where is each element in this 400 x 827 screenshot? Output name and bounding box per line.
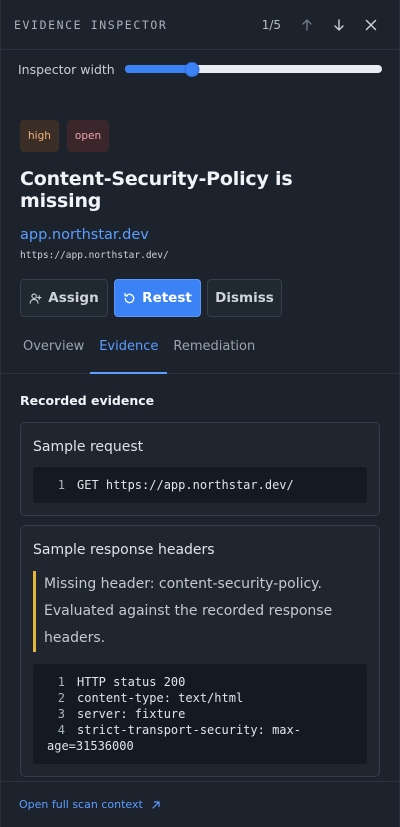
- severity-badge: high: [20, 120, 59, 152]
- code-text: content-type: text/html: [77, 691, 244, 705]
- external-arrow-icon: [152, 800, 160, 809]
- evidence-section-title: Recorded evidence: [20, 393, 155, 408]
- refresh-icon: [124, 292, 135, 303]
- assign-button[interactable]: Assign: [20, 279, 108, 317]
- code-line: 4 strict-transport-security: max-: [47, 722, 353, 738]
- dismiss-label: Dismiss: [215, 290, 274, 306]
- slider-fill: [125, 65, 192, 73]
- tab-remediation[interactable]: Remediation: [170, 337, 258, 374]
- code-line: 2 content-type: text/html: [47, 690, 353, 706]
- line-number: 4: [57, 723, 65, 737]
- line-number: 1: [57, 478, 65, 492]
- finding-content: high open Content-Security-Policy is mis…: [1, 120, 399, 777]
- code-line: 1 GET https://app.northstar.dev/: [47, 477, 353, 493]
- inspector-width-label: Inspector width: [18, 61, 115, 77]
- code-line-continuation: age=31536000: [47, 739, 134, 753]
- badge-row: high open: [20, 120, 380, 152]
- arrow-up-icon: [302, 18, 312, 31]
- panel-header: EVIDENCE INSPECTOR 1/5: [1, 0, 399, 50]
- close-button[interactable]: [355, 9, 387, 41]
- open-scan-context-link[interactable]: Open full scan context: [19, 798, 161, 811]
- tab-bar: Overview Evidence Remediation: [1, 337, 399, 374]
- request-code-block: 1 GET https://app.northstar.dev/: [33, 467, 367, 503]
- open-scan-context-label: Open full scan context: [19, 798, 143, 811]
- finding-title: Content-Security-Policy is missing: [20, 168, 293, 212]
- code-text: server: fixture: [77, 707, 186, 721]
- line-number: 2: [57, 691, 65, 705]
- response-code-block: 1 HTTP status 200 2 content-type: text/h…: [33, 664, 367, 764]
- finding-url: https://app.northstar.dev/: [20, 250, 169, 261]
- missing-header-note: Missing header: content-security-policy.…: [33, 571, 367, 652]
- slider-thumb[interactable]: [184, 61, 200, 77]
- host-link[interactable]: app.northstar.dev: [20, 227, 380, 243]
- code-line: 3 server: fixture: [47, 706, 353, 722]
- tab-overview[interactable]: Overview: [20, 337, 87, 374]
- code-text: GET https://app.northstar.dev/: [77, 478, 294, 492]
- panel-footer: Open full scan context: [1, 781, 399, 827]
- close-icon: [365, 19, 377, 30]
- action-bar: Assign Retest Dismiss: [20, 279, 380, 317]
- tab-evidence[interactable]: Evidence: [90, 337, 168, 374]
- evidence-inspector-panel: EVIDENCE INSPECTOR 1/5 Inspector width h…: [0, 0, 400, 827]
- next-finding-button[interactable]: [323, 9, 355, 41]
- pager-count: 1/5: [261, 17, 281, 32]
- inspector-width-slider[interactable]: [125, 61, 382, 77]
- line-number: 1: [57, 675, 65, 689]
- inspector-width-control: Inspector width: [1, 50, 399, 88]
- sample-response-card: Sample response headers Missing header: …: [20, 525, 380, 777]
- user-plus-icon: [29, 292, 42, 304]
- sample-request-card: Sample request 1 GET https://app.northst…: [20, 422, 380, 516]
- retest-label: Retest: [142, 290, 192, 306]
- line-number: 3: [57, 707, 65, 721]
- dismiss-button[interactable]: Dismiss: [207, 279, 282, 317]
- assign-label: Assign: [48, 290, 99, 306]
- code-text: strict-transport-security: max-: [77, 723, 301, 737]
- code-text: HTTP status 200: [77, 675, 186, 689]
- sample-request-title: Sample request: [33, 439, 144, 455]
- status-badge: open: [66, 120, 110, 152]
- arrow-down-icon: [334, 18, 344, 31]
- previous-finding-button[interactable]: [291, 9, 323, 41]
- panel-title: EVIDENCE INSPECTOR: [14, 17, 168, 32]
- code-line: 1 HTTP status 200: [47, 674, 353, 690]
- sample-response-title: Sample response headers: [33, 542, 215, 558]
- retest-button[interactable]: Retest: [114, 279, 201, 317]
